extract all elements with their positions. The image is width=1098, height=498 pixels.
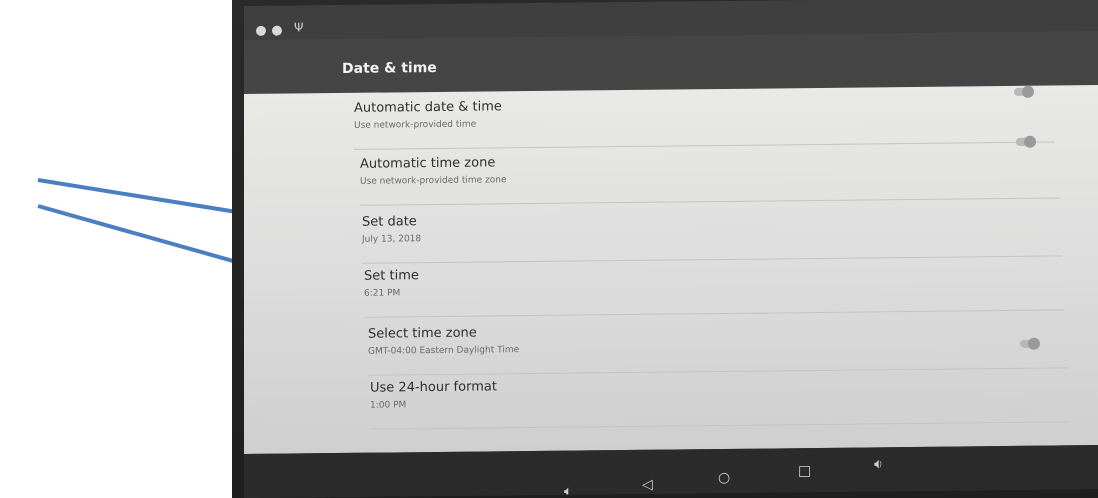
setting-use-24-hour-format[interactable]: Use 24-hour format 1:00 PM [370,367,1070,430]
setting-title: Set date [362,214,417,230]
tablet-screen: Ψ Date & time Automatic date & time Use … [244,0,1098,498]
setting-subtitle: 1:00 PM [370,400,407,411]
setting-select-time-zone[interactable]: Select time zone GMT-04:00 Eastern Dayli… [368,313,1068,376]
usb-icon: Ψ [294,20,304,35]
setting-title: Automatic time zone [360,155,496,172]
setting-subtitle: 6:21 PM [364,288,401,299]
use-24-hour-format-toggle[interactable] [1020,339,1038,348]
setting-subtitle: Use network-provided time zone [360,175,507,187]
setting-title: Automatic date & time [354,99,502,116]
setting-subtitle: GMT-04:00 Eastern Daylight Time [368,345,520,357]
status-dot-icon [272,25,282,36]
volume-up-icon[interactable]: 🔉︎ [874,456,883,472]
setting-automatic-date-time[interactable]: Automatic date & time Use network-provid… [354,87,1054,150]
setting-title: Use 24-hour format [370,379,497,396]
home-icon[interactable]: ○ [718,470,730,486]
page-title: Date & time [342,59,437,77]
recents-icon[interactable]: □ [798,463,811,479]
settings-list: Automatic date & time Use network-provid… [244,85,1098,454]
setting-title: Set time [364,268,419,284]
photo-canvas: Ψ Date & time Automatic date & time Use … [0,0,1098,498]
back-icon[interactable]: ◁ [642,477,653,493]
setting-automatic-time-zone[interactable]: Automatic time zone Use network-provided… [360,143,1060,206]
setting-set-time[interactable]: Set time 6:21 PM [364,255,1064,318]
automatic-time-zone-toggle[interactable] [1016,137,1034,146]
setting-title: Select time zone [368,325,477,342]
status-dot-icon [256,25,266,36]
volume-down-icon[interactable]: 🔈︎ [564,484,572,498]
setting-set-date[interactable]: Set date July 13, 2018 [362,201,1062,264]
setting-subtitle: July 13, 2018 [362,234,422,245]
navigation-bar: 🔈︎ ◁ ○ □ 🔉︎ [244,445,1098,498]
automatic-date-time-toggle[interactable] [1014,87,1032,96]
setting-subtitle: Use network-provided time [354,119,477,131]
tablet-device: Ψ Date & time Automatic date & time Use … [232,0,1098,498]
